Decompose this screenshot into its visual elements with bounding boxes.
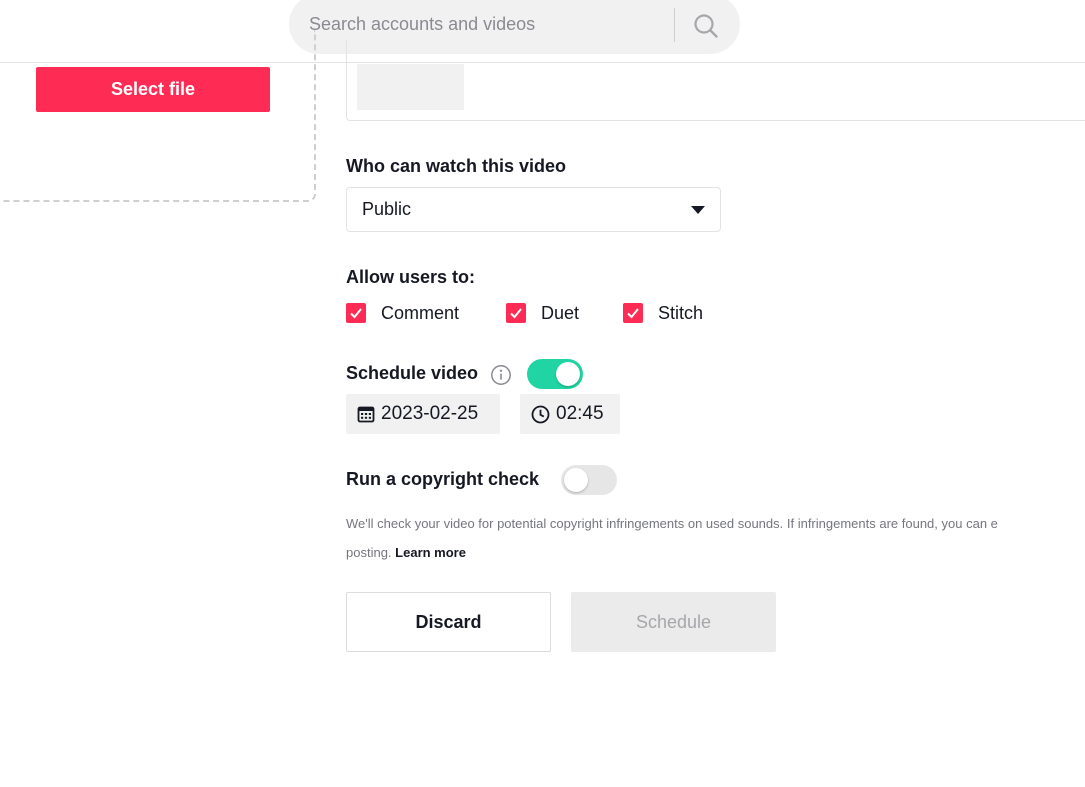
schedule-toggle[interactable]: [527, 359, 583, 389]
checkbox-label: Comment: [381, 302, 460, 323]
search-icon: [694, 14, 718, 38]
checkbox-label: Duet: [541, 302, 580, 323]
cover-thumbnail[interactable]: [357, 64, 464, 110]
checkbox-comment[interactable]: Comment: [346, 302, 459, 324]
time-picker[interactable]: 02:45: [520, 394, 620, 434]
copyright-help-text: We'll check your video for potential cop…: [346, 509, 1085, 567]
upload-page: Select file Who can watch this video Pub…: [0, 0, 1085, 787]
privacy-selected-value: Public: [362, 199, 412, 219]
copyright-help-tail: posting.: [346, 545, 392, 560]
checkbox-label: Stitch: [658, 302, 704, 323]
learn-more-link[interactable]: Learn more: [395, 545, 466, 560]
date-picker[interactable]: 2023-02-25: [346, 394, 500, 434]
schedule-button[interactable]: Schedule: [571, 592, 776, 652]
time-value: 02:45: [556, 403, 604, 424]
select-file-button[interactable]: Select file: [36, 67, 270, 112]
checkmark-icon: [346, 303, 366, 323]
toggle-knob: [556, 362, 580, 386]
copyright-help-line: We'll check your video for potential cop…: [346, 516, 998, 531]
search-input[interactable]: [309, 10, 664, 38]
schedule-label: Schedule video: [346, 363, 479, 383]
privacy-select[interactable]: Public: [346, 187, 721, 232]
date-value: 2023-02-25: [381, 403, 479, 424]
checkmark-icon: [623, 303, 643, 323]
calendar-icon: [357, 406, 375, 423]
info-icon[interactable]: [490, 364, 512, 386]
upload-dropzone[interactable]: [0, 30, 316, 202]
search-divider: [674, 8, 675, 42]
copyright-toggle[interactable]: [561, 465, 617, 495]
permissions-label: Allow users to:: [346, 267, 476, 287]
privacy-label: Who can watch this video: [346, 156, 567, 176]
cover-selector: [346, 40, 1085, 121]
checkbox-stitch[interactable]: Stitch: [623, 302, 703, 324]
copyright-label: Run a copyright check: [346, 469, 540, 489]
caret-down-icon: [691, 205, 705, 214]
checkmark-icon: [506, 303, 526, 323]
copyright-help-line-2: posting. Learn more: [346, 538, 1085, 567]
discard-button[interactable]: Discard: [346, 592, 551, 652]
checkbox-duet[interactable]: Duet: [506, 302, 579, 324]
clock-icon: [531, 405, 550, 423]
toggle-knob: [564, 468, 588, 492]
